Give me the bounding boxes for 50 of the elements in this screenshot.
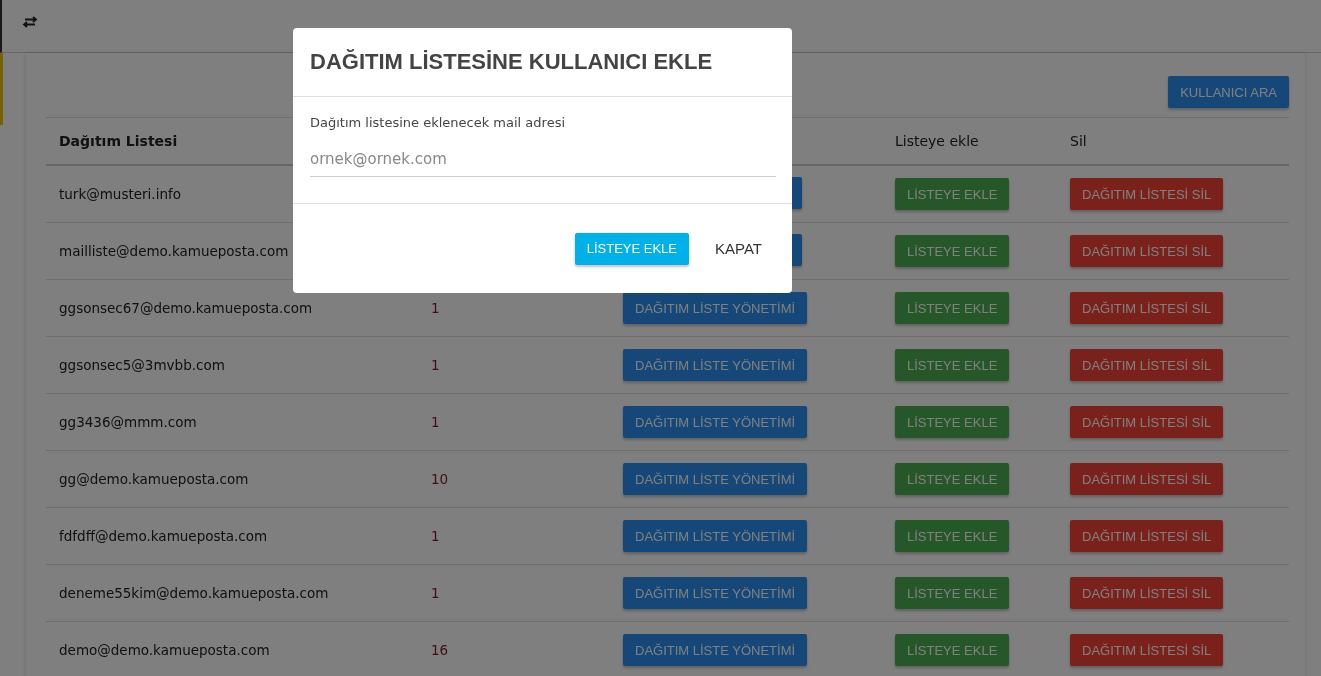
column-header: Listeye ekle	[895, 133, 980, 149]
email-cell-text: turk@musteri.info	[58, 186, 182, 202]
manage-list-button[interactable]: DAĞITIM LİSTE YÖNETİMİ	[623, 349, 808, 381]
column-header: Sil	[1070, 133, 1087, 149]
add-to-list-button[interactable]: LİSTEYE EKLE	[895, 406, 1010, 438]
field-label: Dağıtım listesine eklenecek mail adresi	[310, 115, 567, 130]
email-cell-text: mailliste@demo.kamueposta.com	[58, 243, 290, 259]
email-cell-text: deneme55kim@demo.kamueposta.com	[58, 585, 330, 601]
count-cell: 1	[431, 414, 440, 430]
email-cell-text: demo@demo.kamueposta.com	[58, 642, 271, 658]
close-button[interactable]: KAPAT	[703, 232, 774, 265]
email-cell-text: fdfdff@demo.kamueposta.com	[58, 528, 269, 544]
search-user-button[interactable]: KULLANICI ARA	[1168, 76, 1289, 108]
delete-list-button[interactable]: DAĞITIM LİSTESİ SİL	[1070, 349, 1224, 381]
email-cell-text: ggsonsec67@demo.kamueposta.com	[58, 300, 314, 316]
manage-list-button[interactable]: DAĞITIM LİSTE YÖNETİMİ	[623, 577, 808, 609]
add-to-list-button[interactable]: LİSTEYE EKLE	[895, 463, 1010, 495]
dialog-title: DAĞITIM LİSTESİNE KULLANICI EKLE	[310, 49, 713, 75]
count-cell: 16	[431, 642, 449, 658]
add-to-list-button[interactable]: LİSTEYE EKLE	[895, 634, 1010, 666]
manage-list-button[interactable]: DAĞITIM LİSTE YÖNETİMİ	[623, 463, 808, 495]
email-cell-text: gg@demo.kamueposta.com	[58, 471, 250, 487]
add-to-list-button[interactable]: LİSTEYE EKLE	[895, 577, 1010, 609]
email-cell-text: gg3436@mmm.com	[58, 414, 198, 430]
add-to-list-button[interactable]: LİSTEYE EKLE	[895, 178, 1010, 210]
delete-list-button[interactable]: DAĞITIM LİSTESİ SİL	[1070, 634, 1224, 666]
email-cell-text: ggsonsec5@3mvbb.com	[58, 357, 226, 373]
manage-list-button[interactable]: DAĞITIM LİSTE YÖNETİMİ	[623, 292, 808, 324]
delete-list-button[interactable]: DAĞITIM LİSTESİ SİL	[1070, 292, 1224, 324]
count-cell: 1	[431, 585, 440, 601]
delete-list-button[interactable]: DAĞITIM LİSTESİ SİL	[1070, 178, 1224, 210]
swap-icon[interactable]	[22, 16, 38, 28]
column-header: Dağıtım Listesi	[58, 133, 179, 149]
count-cell: 1	[431, 300, 440, 316]
manage-list-button[interactable]: DAĞITIM LİSTE YÖNETİMİ	[623, 406, 808, 438]
count-cell: 1	[431, 528, 440, 544]
add-to-list-button[interactable]: LİSTEYE EKLE	[895, 520, 1010, 552]
count-cell: 10	[431, 471, 449, 487]
manage-list-button[interactable]: DAĞITIM LİSTE YÖNETİMİ	[623, 634, 808, 666]
add-to-list-button[interactable]: LİSTEYE EKLE	[895, 235, 1010, 267]
add-to-list-button[interactable]: LİSTEYE EKLE	[895, 349, 1010, 381]
delete-list-button[interactable]: DAĞITIM LİSTESİ SİL	[1070, 520, 1224, 552]
add-to-list-button[interactable]: LİSTEYE EKLE	[895, 292, 1010, 324]
delete-list-button[interactable]: DAĞITIM LİSTESİ SİL	[1070, 463, 1224, 495]
add-to-list-button[interactable]: LİSTEYE EKLE	[574, 232, 690, 265]
delete-list-button[interactable]: DAĞITIM LİSTESİ SİL	[1070, 406, 1224, 438]
count-cell: 1	[431, 357, 440, 373]
manage-list-button[interactable]: DAĞITIM LİSTE YÖNETİMİ	[623, 520, 808, 552]
delete-list-button[interactable]: DAĞITIM LİSTESİ SİL	[1070, 235, 1224, 267]
delete-list-button[interactable]: DAĞITIM LİSTESİ SİL	[1070, 577, 1224, 609]
